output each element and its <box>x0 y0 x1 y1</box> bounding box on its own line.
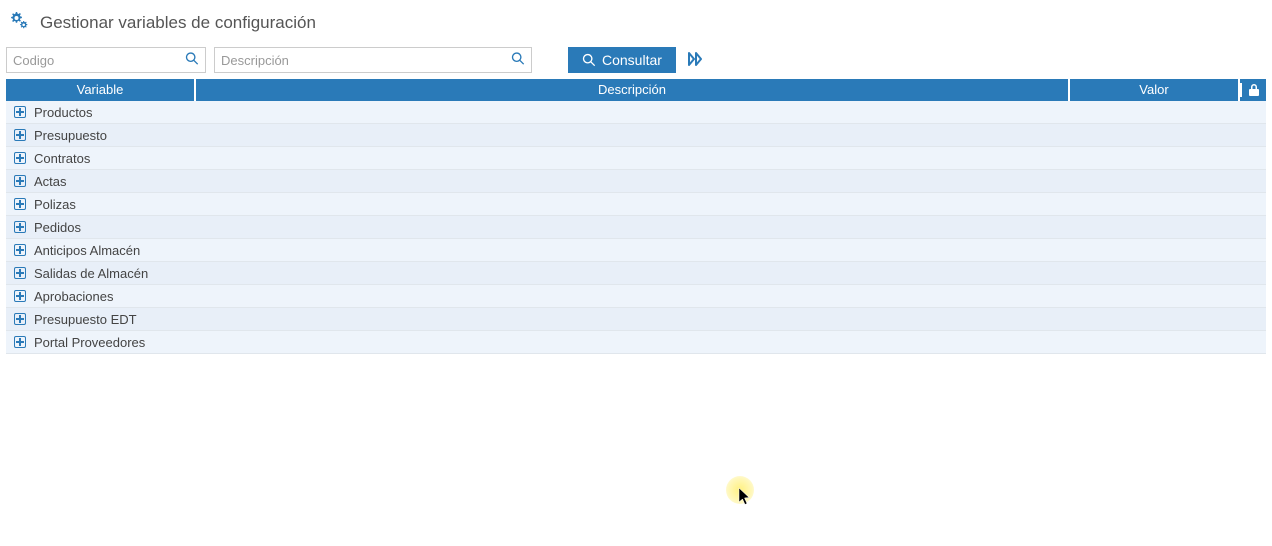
tree-row[interactable]: Presupuesto <box>6 124 1266 147</box>
tree-row-label: Presupuesto <box>34 128 107 143</box>
tree-row[interactable]: Salidas de Almacén <box>6 262 1266 285</box>
expand-icon[interactable] <box>14 290 26 302</box>
expand-icon[interactable] <box>14 336 26 348</box>
tree-row-label: Pedidos <box>34 220 81 235</box>
tree-row-label: Salidas de Almacén <box>34 266 148 281</box>
tree-row-label: Presupuesto EDT <box>34 312 137 327</box>
tree-row[interactable]: Productos <box>6 101 1266 124</box>
search-icon[interactable] <box>185 52 199 69</box>
codigo-input-wrap <box>6 47 206 73</box>
col-valor: Valor <box>1070 79 1240 101</box>
col-descripcion: Descripción <box>196 79 1070 101</box>
search-icon[interactable] <box>511 52 525 69</box>
expand-icon[interactable] <box>14 267 26 279</box>
page-header: Gestionar variables de configuración <box>0 0 1272 47</box>
col-variable: Variable <box>6 79 196 101</box>
table-body: Productos Presupuesto Contratos Actas Poliza… <box>6 101 1266 354</box>
expand-icon[interactable] <box>14 313 26 325</box>
gears-icon <box>6 10 30 35</box>
tree-row-label: Contratos <box>34 151 90 166</box>
table-header: Variable Descripción Valor <box>6 79 1266 101</box>
tree-row[interactable]: Portal Proveedores <box>6 331 1266 354</box>
expand-icon[interactable] <box>14 152 26 164</box>
col-lock <box>1240 83 1266 97</box>
tree-row-label: Anticipos Almacén <box>34 243 140 258</box>
expand-icon[interactable] <box>14 198 26 210</box>
lock-icon <box>1248 83 1260 97</box>
consultar-button[interactable]: Consultar <box>568 47 676 73</box>
expand-icon[interactable] <box>14 129 26 141</box>
cursor-arrow-icon <box>738 487 754 507</box>
consultar-label: Consultar <box>602 52 662 68</box>
chevrons-right-icon[interactable] <box>688 52 704 69</box>
tree-row-label: Actas <box>34 174 67 189</box>
tree-row[interactable]: Polizas <box>6 193 1266 216</box>
tree-row-label: Polizas <box>34 197 76 212</box>
tree-row-label: Productos <box>34 105 93 120</box>
tree-row[interactable]: Presupuesto EDT <box>6 308 1266 331</box>
expand-icon[interactable] <box>14 221 26 233</box>
cursor-highlight <box>726 476 754 504</box>
tree-row[interactable]: Contratos <box>6 147 1266 170</box>
tree-row[interactable]: Actas <box>6 170 1266 193</box>
search-icon <box>582 53 596 67</box>
toolbar: Consultar <box>0 47 1272 79</box>
tree-row-label: Portal Proveedores <box>34 335 145 350</box>
descripcion-input[interactable] <box>215 48 425 72</box>
tree-row[interactable]: Pedidos <box>6 216 1266 239</box>
config-table: Variable Descripción Valor Productos Pres… <box>0 79 1272 354</box>
tree-row[interactable]: Anticipos Almacén <box>6 239 1266 262</box>
tree-row[interactable]: Aprobaciones <box>6 285 1266 308</box>
descripcion-input-wrap <box>214 47 532 73</box>
page-title: Gestionar variables de configuración <box>40 13 316 33</box>
expand-icon[interactable] <box>14 244 26 256</box>
expand-icon[interactable] <box>14 175 26 187</box>
tree-row-label: Aprobaciones <box>34 289 114 304</box>
expand-icon[interactable] <box>14 106 26 118</box>
